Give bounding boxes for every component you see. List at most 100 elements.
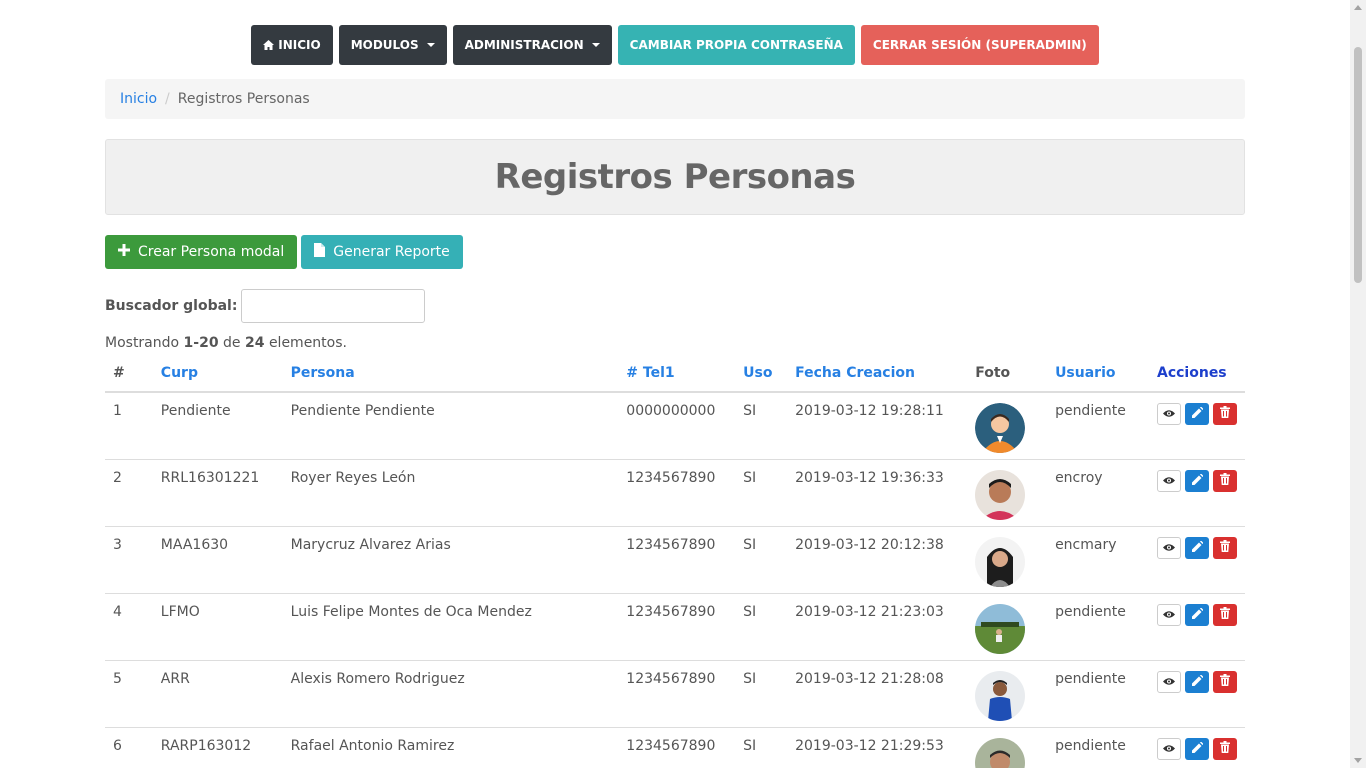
trash-icon bbox=[1220, 673, 1230, 690]
toolbar: Crear Persona modal Generar Reporte bbox=[105, 235, 463, 269]
cell-usuario: pendiente bbox=[1047, 392, 1149, 460]
cell-curp: RARP163012 bbox=[152, 727, 283, 768]
create-persona-button[interactable]: Crear Persona modal bbox=[105, 235, 298, 269]
pencil-icon bbox=[1191, 674, 1203, 690]
table-row: 6 RARP163012 Rafael Antonio Ramirez 1234567… bbox=[105, 727, 1245, 768]
title-panel: Registros Personas bbox=[105, 139, 1245, 215]
header-fecha-creacion[interactable]: Fecha Creacion bbox=[787, 355, 968, 393]
scrollbar-thumb[interactable] bbox=[1354, 47, 1362, 283]
scroll-up-icon[interactable] bbox=[1354, 5, 1362, 10]
table-row: 2 RRL16301221 Royer Reyes León 1234567890 SI… bbox=[105, 459, 1245, 527]
pencil-icon bbox=[1191, 540, 1203, 556]
cell-fecha: 2019-03-12 21:23:03 bbox=[787, 593, 968, 661]
header-num: # bbox=[105, 355, 153, 393]
admin-dropdown[interactable]: ADMINISTRACION bbox=[452, 25, 612, 65]
file-icon bbox=[314, 243, 326, 261]
cell-fecha: 2019-03-12 21:29:53 bbox=[787, 727, 968, 768]
header-usuario[interactable]: Usuario bbox=[1047, 355, 1149, 393]
cell-uso: SI bbox=[735, 660, 788, 728]
cell-fecha: 2019-03-12 19:36:33 bbox=[787, 459, 968, 527]
summary-prefix: Mostrando bbox=[105, 335, 180, 351]
table-row: 3 MAA1630 Marycruz Alvarez Arias 1234567890… bbox=[105, 526, 1245, 594]
cell-num: 4 bbox=[105, 593, 153, 661]
cell-acciones bbox=[1149, 459, 1245, 527]
delete-button[interactable] bbox=[1213, 536, 1237, 559]
cell-curp: RRL16301221 bbox=[152, 459, 283, 527]
change-password-button[interactable]: CAMBIAR PROPIA CONTRASEÑA bbox=[617, 25, 855, 65]
cell-curp: LFMO bbox=[152, 593, 283, 661]
cell-num: 6 bbox=[105, 727, 153, 768]
admin-label: ADMINISTRACION bbox=[464, 38, 584, 52]
edit-button[interactable] bbox=[1185, 403, 1209, 425]
results-summary: Mostrando 1-20 de 24 elementos. bbox=[105, 335, 347, 351]
cell-tel1: 1234567890 bbox=[618, 526, 736, 594]
delete-button[interactable] bbox=[1213, 469, 1237, 492]
edit-button[interactable] bbox=[1185, 670, 1209, 693]
cell-foto bbox=[967, 727, 1048, 768]
cell-usuario: pendiente bbox=[1047, 727, 1149, 768]
avatar bbox=[975, 403, 1026, 453]
row-actions bbox=[1157, 737, 1237, 760]
trash-icon bbox=[1220, 539, 1230, 556]
delete-button[interactable] bbox=[1213, 737, 1237, 760]
cell-persona: Luis Felipe Montes de Oca Mendez bbox=[282, 593, 619, 661]
edit-button[interactable] bbox=[1185, 536, 1209, 559]
scroll-down-icon[interactable] bbox=[1354, 758, 1362, 763]
generate-report-button[interactable]: Generar Reporte bbox=[301, 235, 463, 269]
edit-button[interactable] bbox=[1185, 737, 1209, 760]
row-actions bbox=[1157, 469, 1237, 492]
view-button[interactable] bbox=[1157, 670, 1181, 693]
row-actions bbox=[1157, 403, 1237, 425]
cell-persona: Marycruz Alvarez Arias bbox=[282, 526, 619, 594]
cell-acciones bbox=[1149, 593, 1245, 661]
search-input[interactable] bbox=[241, 289, 426, 323]
header-tel1[interactable]: # Tel1 bbox=[618, 355, 736, 393]
summary-range: 1-20 bbox=[183, 335, 219, 351]
cell-persona: Rafael Antonio Ramirez bbox=[282, 727, 619, 768]
cell-usuario: encmary bbox=[1047, 526, 1149, 594]
view-button[interactable] bbox=[1157, 403, 1181, 425]
cell-num: 1 bbox=[105, 392, 153, 460]
home-icon bbox=[263, 40, 275, 50]
eye-icon bbox=[1163, 406, 1175, 422]
trash-icon bbox=[1220, 740, 1230, 757]
edit-button[interactable] bbox=[1185, 603, 1209, 626]
cell-curp: Pendiente bbox=[152, 392, 283, 460]
edit-button[interactable] bbox=[1185, 469, 1209, 492]
header-persona[interactable]: Persona bbox=[282, 355, 619, 393]
table-row: 4 LFMO Luis Felipe Montes de Oca Mendez 123… bbox=[105, 593, 1245, 661]
view-button[interactable] bbox=[1157, 603, 1181, 626]
avatar bbox=[975, 737, 1026, 768]
cell-tel1: 1234567890 bbox=[618, 727, 736, 768]
cell-fecha: 2019-03-12 21:28:08 bbox=[787, 660, 968, 728]
delete-button[interactable] bbox=[1213, 603, 1237, 626]
delete-button[interactable] bbox=[1213, 670, 1237, 693]
view-button[interactable] bbox=[1157, 469, 1181, 492]
page-scrollbar[interactable] bbox=[1350, 0, 1366, 768]
logout-button[interactable]: CERRAR SESIÓN (SUPERADMIN) bbox=[860, 25, 1099, 65]
cell-acciones bbox=[1149, 526, 1245, 594]
modulos-dropdown[interactable]: MODULOS bbox=[338, 25, 447, 65]
eye-icon bbox=[1163, 741, 1175, 757]
view-button[interactable] bbox=[1157, 737, 1181, 760]
header-acciones: Acciones bbox=[1149, 355, 1245, 393]
generate-report-label: Generar Reporte bbox=[333, 244, 450, 260]
pencil-icon bbox=[1191, 741, 1203, 757]
pencil-icon bbox=[1191, 406, 1203, 422]
header-uso[interactable]: Uso bbox=[735, 355, 788, 393]
cell-usuario: pendiente bbox=[1047, 660, 1149, 728]
delete-button[interactable] bbox=[1213, 403, 1237, 425]
cell-curp: ARR bbox=[152, 660, 283, 728]
header-curp[interactable]: Curp bbox=[152, 355, 283, 393]
trash-icon bbox=[1220, 472, 1230, 489]
breadcrumb-separator: / bbox=[165, 91, 170, 107]
cell-tel1: 1234567890 bbox=[618, 660, 736, 728]
cell-foto bbox=[967, 593, 1048, 661]
cell-foto bbox=[967, 459, 1048, 527]
view-button[interactable] bbox=[1157, 536, 1181, 559]
breadcrumb-home-link[interactable]: Inicio bbox=[120, 91, 157, 107]
eye-icon bbox=[1163, 674, 1175, 690]
breadcrumb: Inicio / Registros Personas bbox=[105, 79, 1245, 119]
home-nav-button[interactable]: INICIO bbox=[251, 25, 333, 65]
global-search: Buscador global: bbox=[105, 289, 426, 323]
